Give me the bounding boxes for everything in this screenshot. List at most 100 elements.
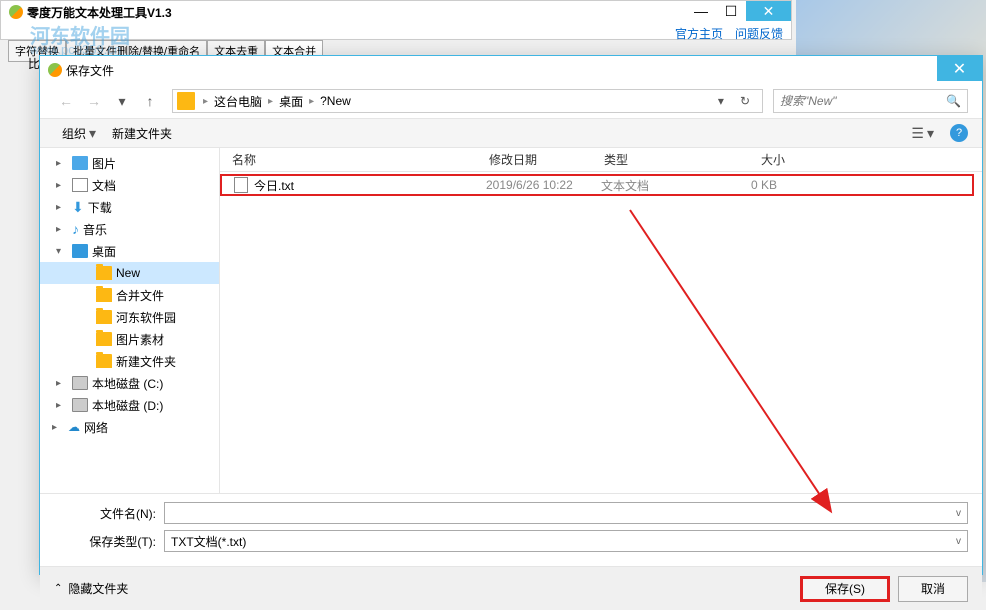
dialog-icon bbox=[48, 63, 62, 77]
breadcrumb-current[interactable]: ?New bbox=[318, 94, 353, 108]
tree-item-网络[interactable]: ▸☁网络 bbox=[40, 416, 219, 438]
expand-icon: ▾ bbox=[56, 246, 68, 257]
chevron-down-icon: v bbox=[956, 508, 961, 519]
feedback-link[interactable]: 问题反馈 bbox=[735, 25, 783, 42]
new-folder-label: 新建文件夹 bbox=[112, 125, 172, 142]
file-list: 名称 修改日期 类型 大小 今日.txt 2019/6/26 10:22 文本文… bbox=[220, 148, 982, 493]
organize-button[interactable]: 组织 ▾ bbox=[54, 121, 104, 146]
filetype-select[interactable]: TXT文档(*.txt) v bbox=[164, 530, 968, 552]
up-folder-button[interactable]: ↑ bbox=[138, 89, 162, 113]
app-logo-icon bbox=[9, 5, 23, 19]
view-icon: ☰ bbox=[911, 125, 924, 142]
col-type[interactable]: 类型 bbox=[592, 151, 707, 168]
official-link[interactable]: 官方主页 bbox=[675, 25, 723, 42]
tree-item-文档[interactable]: ▸ 文档 bbox=[40, 174, 219, 196]
tree-item-下载[interactable]: ▸⬇下载 bbox=[40, 196, 219, 218]
expand-icon: ▸ bbox=[52, 422, 64, 433]
folder-icon bbox=[177, 92, 195, 110]
parent-window-title: 零度万能文本处理工具V1.3 bbox=[27, 4, 172, 21]
refresh-icon[interactable]: ↻ bbox=[732, 94, 758, 108]
expand-icon: ▸ bbox=[56, 224, 68, 235]
hide-folders-label: 隐藏文件夹 bbox=[68, 580, 128, 597]
expand-icon: ▸ bbox=[56, 378, 68, 389]
cancel-button[interactable]: 取消 bbox=[898, 576, 968, 602]
text-file-icon bbox=[234, 177, 248, 193]
tree-item-label: 音乐 bbox=[83, 221, 107, 238]
up-button[interactable]: ▾ bbox=[110, 89, 134, 113]
expand-icon: ▸ bbox=[56, 180, 68, 191]
tree-item-图片[interactable]: ▸ 图片 bbox=[40, 152, 219, 174]
back-button[interactable]: ← bbox=[54, 89, 78, 113]
breadcrumb-root[interactable]: 这台电脑 bbox=[212, 93, 264, 110]
tree-item-label: 本地磁盘 (D:) bbox=[92, 397, 163, 414]
tree-item-label: 新建文件夹 bbox=[116, 353, 176, 370]
breadcrumb[interactable]: ▸ 这台电脑 ▸ 桌面 ▸ ?New ▾ ↻ bbox=[172, 89, 763, 113]
filename-input[interactable]: v bbox=[164, 502, 968, 524]
filetype-label: 保存类型(T): bbox=[54, 533, 164, 550]
file-name: 今日.txt bbox=[254, 177, 294, 194]
hide-folders-button[interactable]: ⌃ 隐藏文件夹 bbox=[54, 580, 128, 597]
toolbar: 组织 ▾ 新建文件夹 ☰ ▾ ? bbox=[40, 118, 982, 148]
tree-item-音乐[interactable]: ▸♪音乐 bbox=[40, 218, 219, 240]
save-button[interactable]: 保存(S) bbox=[800, 576, 890, 602]
search-icon[interactable]: 🔍 bbox=[946, 94, 961, 108]
search-input[interactable] bbox=[780, 94, 946, 108]
maximize-button[interactable]: ☐ bbox=[716, 1, 746, 21]
breadcrumb-desktop[interactable]: 桌面 bbox=[277, 93, 305, 110]
tree-item-label: 图片 bbox=[92, 155, 116, 172]
main-content: ▸ 图片 ▸ 文档 ▸⬇下载▸♪音乐 ▾ 桌面New 合并文件河东软件园图片素材新建文件夹 ▸ 本… bbox=[40, 148, 982, 493]
address-bar: ← → ▾ ↑ ▸ 这台电脑 ▸ 桌面 ▸ ?New ▾ ↻ 🔍 bbox=[40, 84, 982, 118]
tree-item-label: 下载 bbox=[88, 199, 112, 216]
file-date: 2019/6/26 10:22 bbox=[474, 178, 589, 192]
col-date[interactable]: 修改日期 bbox=[477, 151, 592, 168]
search-box[interactable]: 🔍 bbox=[773, 89, 968, 113]
tree-item-label: 文档 bbox=[92, 177, 116, 194]
tree-item-本地磁盘 (D:)[interactable]: ▸ 本地磁盘 (D:) bbox=[40, 394, 219, 416]
chevron-down-icon: v bbox=[956, 536, 961, 547]
close-button[interactable]: ✕ bbox=[746, 1, 791, 21]
tree-item-label: 合并文件 bbox=[116, 287, 164, 304]
tree-item-label: 网络 bbox=[84, 419, 108, 436]
minimize-button[interactable]: — bbox=[686, 1, 716, 21]
tree-item-New[interactable]: New bbox=[40, 262, 219, 284]
tree-item-本地磁盘 (C:)[interactable]: ▸ 本地磁盘 (C:) bbox=[40, 372, 219, 394]
tree-item-河东软件园[interactable]: 河东软件园 bbox=[40, 306, 219, 328]
collapse-icon: ⌃ bbox=[54, 583, 62, 594]
col-size[interactable]: 大小 bbox=[707, 151, 797, 168]
filetype-value: TXT文档(*.txt) bbox=[171, 533, 246, 550]
file-list-header: 名称 修改日期 类型 大小 bbox=[220, 148, 982, 172]
chevron-right-icon: ▸ bbox=[305, 96, 318, 107]
new-folder-button[interactable]: 新建文件夹 bbox=[104, 121, 180, 146]
tree-item-合并文件[interactable]: 合并文件 bbox=[40, 284, 219, 306]
tree-item-桌面[interactable]: ▾ 桌面 bbox=[40, 240, 219, 262]
button-bar: ⌃ 隐藏文件夹 保存(S) 取消 bbox=[40, 566, 982, 610]
dialog-title: 保存文件 bbox=[66, 62, 114, 79]
file-size: 0 KB bbox=[704, 178, 789, 192]
tree-item-图片素材[interactable]: 图片素材 bbox=[40, 328, 219, 350]
organize-label: 组织 bbox=[62, 125, 86, 142]
tree-item-label: 本地磁盘 (C:) bbox=[92, 375, 163, 392]
help-icon[interactable]: ? bbox=[950, 124, 968, 142]
chevron-right-icon: ▸ bbox=[199, 96, 212, 107]
expand-icon: ▸ bbox=[56, 202, 68, 213]
dialog-close-button[interactable]: ✕ bbox=[937, 56, 982, 81]
forward-button[interactable]: → bbox=[82, 89, 106, 113]
file-type: 文本文档 bbox=[589, 177, 704, 194]
col-name[interactable]: 名称 bbox=[220, 151, 477, 168]
tree-item-label: 河东软件园 bbox=[116, 309, 176, 326]
save-dialog: 保存文件 ✕ ← → ▾ ↑ ▸ 这台电脑 ▸ 桌面 ▸ ?New ▾ ↻ 🔍 … bbox=[39, 55, 983, 575]
expand-icon: ▸ bbox=[56, 400, 68, 411]
tree-item-新建文件夹[interactable]: 新建文件夹 bbox=[40, 350, 219, 372]
expand-icon: ▸ bbox=[56, 158, 68, 169]
bottom-panel: 文件名(N): v 保存类型(T): TXT文档(*.txt) v bbox=[40, 493, 982, 566]
view-button[interactable]: ☰ ▾ bbox=[903, 121, 942, 146]
chevron-right-icon: ▸ bbox=[264, 96, 277, 107]
chevron-down-icon: ▾ bbox=[927, 125, 934, 142]
chevron-down-icon: ▾ bbox=[89, 125, 96, 142]
dropdown-icon[interactable]: ▾ bbox=[710, 94, 732, 108]
folder-tree: ▸ 图片 ▸ 文档 ▸⬇下载▸♪音乐 ▾ 桌面New 合并文件河东软件园图片素材新建文件夹 ▸ 本… bbox=[40, 148, 220, 493]
tree-item-label: 桌面 bbox=[92, 243, 116, 260]
file-row[interactable]: 今日.txt 2019/6/26 10:22 文本文档 0 KB bbox=[220, 174, 974, 196]
dialog-titlebar: 保存文件 bbox=[40, 56, 982, 84]
tree-item-label: New bbox=[116, 266, 140, 280]
